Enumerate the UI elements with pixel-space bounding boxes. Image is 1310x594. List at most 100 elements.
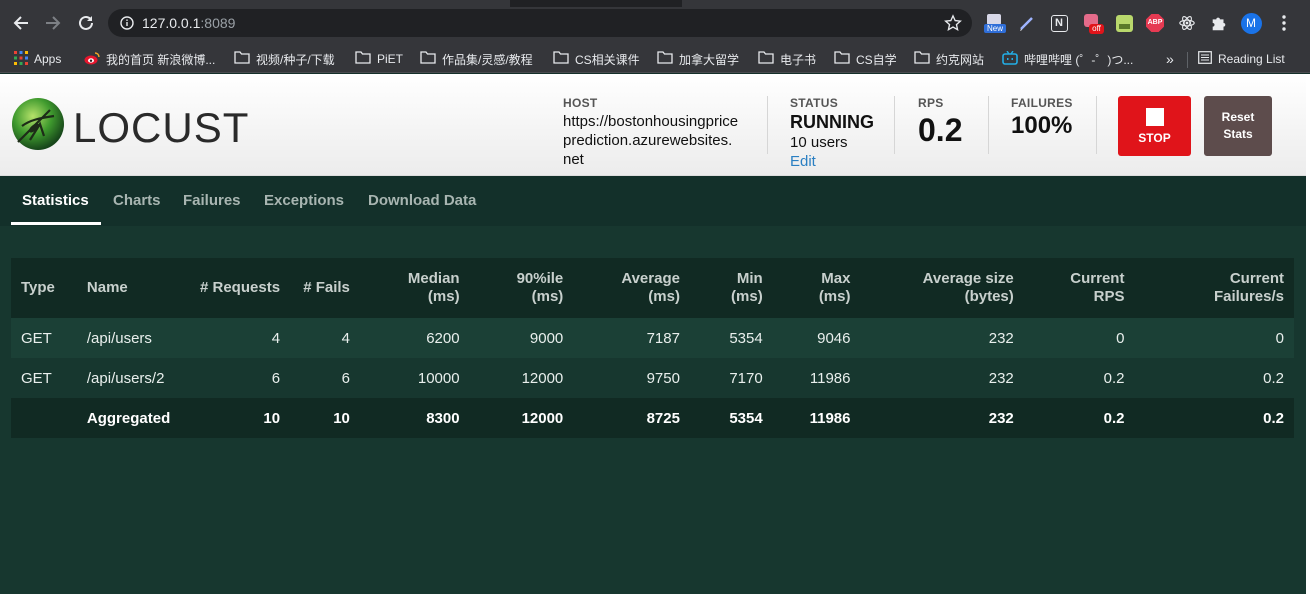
menu-kebab-icon[interactable] (1273, 12, 1295, 34)
col-header-unit: (ms) (818, 288, 851, 305)
off-badge-extension-icon[interactable]: off (1082, 12, 1104, 34)
host-value: https://bostonhousingprice prediction.az… (563, 112, 753, 169)
bookmark-label: 视频/种子/下载 (256, 52, 335, 67)
tab-exceptions[interactable]: Exceptions (264, 192, 344, 209)
status-value: RUNNING (790, 112, 874, 132)
failures-value: 100% (1011, 112, 1073, 139)
bookmark-folder[interactable]: CS自学 (834, 49, 897, 69)
col-header[interactable]: 90%ile (ms) (469, 258, 574, 318)
col-header[interactable]: Median (ms) (359, 258, 470, 318)
cell-requests: 6 (180, 358, 291, 398)
cell-min: 5354 (689, 398, 773, 438)
table-row: GET /api/users/2 6 6 10000 12000 9750 71… (11, 358, 1294, 398)
bookmarks-overflow-chevron-icon[interactable]: » (1166, 49, 1174, 69)
col-header[interactable]: Current RPS (1023, 258, 1135, 318)
extension-tile: New (984, 13, 1006, 33)
tab-charts[interactable]: Charts (113, 192, 161, 209)
col-header[interactable]: Name (76, 258, 181, 318)
col-header[interactable]: Current Failures/s (1134, 258, 1294, 318)
header-divider (894, 96, 895, 154)
forward-icon[interactable] (42, 12, 64, 34)
stop-label: STOP (1138, 130, 1171, 145)
extension-tile (1115, 14, 1133, 32)
cell-fails: 4 (290, 318, 360, 358)
bookmark-folder[interactable]: CS相关课件 (553, 49, 640, 69)
folder-icon (420, 51, 436, 67)
folder-icon (914, 51, 930, 67)
new-badge-extension-icon[interactable]: New (983, 12, 1006, 34)
bookmark-weibo[interactable]: 我的首页 新浪微博... (84, 49, 215, 69)
cell-max: 9046 (772, 318, 861, 358)
cell-fails: 6 (290, 358, 360, 398)
notion-letter: N (1050, 14, 1068, 32)
col-header[interactable]: Min (ms) (689, 258, 773, 318)
col-header[interactable]: # Requests (180, 258, 291, 318)
tab-download-data[interactable]: Download Data (368, 192, 476, 209)
tab-statistics[interactable]: Statistics (22, 192, 89, 209)
game-extension-icon[interactable] (1113, 12, 1135, 34)
reset-label-line: Reset (1221, 110, 1255, 124)
bookmark-folder[interactable]: PiET (355, 49, 403, 69)
tab-failures[interactable]: Failures (183, 192, 241, 209)
reset-stats-button[interactable]: Reset Stats (1204, 96, 1272, 156)
bookmark-folder[interactable]: 加拿大留学 (657, 49, 739, 69)
statistics-table: Type Name # Requests # Fails Median (ms) … (11, 258, 1294, 438)
url-port: :8089 (200, 15, 236, 31)
cell-type: GET (11, 358, 77, 398)
col-header[interactable]: Average size (bytes) (860, 258, 1024, 318)
pen-extension-icon[interactable] (1016, 12, 1038, 34)
col-header-text: Average (621, 270, 680, 287)
bookmark-folder[interactable]: 视频/种子/下载 (234, 49, 335, 69)
col-header[interactable]: Type (11, 258, 77, 318)
bookmark-folder[interactable]: 约克网站 (914, 49, 984, 69)
col-header-unit: (bytes) (964, 288, 1014, 305)
reload-icon[interactable] (75, 12, 97, 34)
bookmark-bilibili[interactable]: 哔哩哔哩 (゜-゜)つ... (1002, 49, 1133, 69)
stop-button[interactable]: STOP (1118, 96, 1191, 156)
profile-avatar[interactable]: M (1240, 12, 1262, 34)
bookmarks-divider (1187, 52, 1188, 68)
info-icon[interactable] (120, 16, 134, 35)
folder-icon (553, 51, 569, 67)
browser-toolbar: 127.0.0.1:8089 New N off ABP M (0, 0, 1310, 45)
cell-requests: 10 (180, 398, 291, 438)
bookmark-folder[interactable]: 作品集/灵感/教程 (420, 49, 533, 69)
col-header[interactable]: # Fails (290, 258, 360, 318)
header-divider (767, 96, 768, 154)
rps-label: RPS (918, 96, 944, 110)
cell-name: /api/users/2 (76, 358, 181, 398)
bookmark-folder[interactable]: 电子书 (758, 49, 816, 69)
col-header-text: Average size (922, 270, 1014, 287)
reset-stats-label: Reset Stats (1222, 109, 1255, 143)
bookmark-label: 作品集/灵感/教程 (442, 52, 533, 67)
edit-users-link[interactable]: Edit (790, 152, 874, 171)
bookmark-apps[interactable]: Apps (14, 49, 61, 69)
tab-bar: Statistics Charts Failures Exceptions Do… (0, 176, 1306, 226)
cell-min: 5354 (689, 318, 773, 358)
col-header-unit: (ms) (648, 288, 680, 305)
cell-avg-size: 232 (860, 358, 1024, 398)
abp-text: ABP (1146, 14, 1164, 32)
stop-square-icon (1145, 107, 1164, 126)
cell-average: 7187 (573, 318, 690, 358)
notion-extension-icon[interactable]: N (1048, 12, 1070, 34)
puzzle-extension-icon[interactable] (1208, 12, 1230, 34)
off-badge: off (1089, 24, 1104, 34)
abp-extension-icon[interactable]: ABP (1144, 12, 1166, 34)
reading-list-button[interactable]: Reading List (1198, 49, 1285, 69)
col-header-unit: (ms) (731, 288, 763, 305)
col-header[interactable]: Average (ms) (573, 258, 690, 318)
col-header-unit: (ms) (427, 288, 460, 305)
back-icon[interactable] (10, 12, 32, 34)
col-header[interactable]: Max (ms) (772, 258, 861, 318)
address-bar[interactable]: 127.0.0.1:8089 (108, 9, 972, 37)
bookmark-star-icon[interactable] (944, 14, 962, 37)
url-text: 127.0.0.1:8089 (142, 15, 235, 31)
cell-p90: 12000 (469, 358, 574, 398)
bookmark-label: 我的首页 新浪微博... (106, 52, 216, 67)
reset-label-line: Stats (1223, 127, 1253, 141)
cell-type: GET (11, 318, 77, 358)
cell-avg-size: 232 (860, 318, 1024, 358)
folder-icon (834, 51, 850, 67)
react-extension-icon[interactable] (1176, 12, 1198, 34)
